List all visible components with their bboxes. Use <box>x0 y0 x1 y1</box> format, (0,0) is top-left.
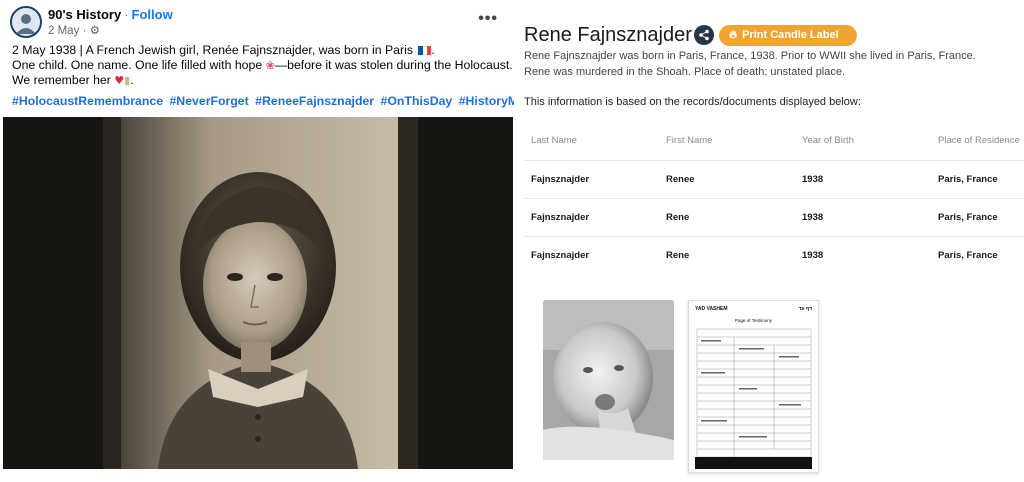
post-author-name[interactable]: 90's History <box>48 7 121 22</box>
post-author-line: 90's History · Follow <box>48 7 173 22</box>
post-line-2-text-a: One child. One name. One life filled wit… <box>12 58 263 72</box>
page-title: Rene Fajnsznajder <box>524 24 692 46</box>
table-row[interactable]: Fajnsznajder Rene 1938 Paris, France <box>524 198 1024 236</box>
table-row[interactable]: Fajnsznajder Rene 1938 Paris, France <box>524 236 1024 274</box>
print-candle-label-text: Print Candle Label <box>742 29 839 41</box>
hashtag-link[interactable]: #HolocaustRemembrance <box>12 94 163 108</box>
table-cell: Paris, France <box>938 212 998 223</box>
flame-icon: 🔥︎ <box>729 29 738 41</box>
share-icon <box>699 29 709 41</box>
post-line-2: One child. One name. One life filled wit… <box>12 58 513 73</box>
hashtag-link[interactable]: #NeverForget <box>169 94 248 108</box>
social-post: 90's History · Follow 2 May · ⚙ ••• 2 May … <box>0 0 552 482</box>
description-line: Rene Fajnsznajder was born in Paris, Fra… <box>524 50 976 62</box>
avatar-icon[interactable] <box>10 6 42 38</box>
document-footer <box>695 457 812 469</box>
hashtag-link[interactable]: #OnThisDay <box>381 94 453 108</box>
girl-portrait-image <box>3 117 513 469</box>
table-header-row: Last Name First Name Year of Birth Place… <box>524 122 1024 160</box>
date-separator: · <box>82 25 87 37</box>
post-line-3: We remember her ♥▮. <box>12 73 506 88</box>
table-cell: Paris, France <box>938 250 998 261</box>
table-cell: Renee <box>666 174 695 185</box>
post-line-1-text: 2 May 1938 | A French Jewish girl, Renée… <box>12 43 413 57</box>
broken-heart-icon: ♥ <box>114 74 125 87</box>
column-header-last-name: Last Name <box>531 135 577 146</box>
post-photo[interactable] <box>3 117 513 469</box>
table-cell: Fajnsznajder <box>531 174 590 185</box>
table-row[interactable]: Fajnsznajder Renee 1938 Paris, France <box>524 160 1024 198</box>
document-form-lines <box>696 328 812 458</box>
records-info-text: This information is based on the records… <box>524 96 861 108</box>
baby-photo-thumbnail[interactable] <box>543 300 674 460</box>
column-header-first-name: First Name <box>666 135 713 146</box>
post-line-2-text-b: —before it was stolen during the Holocau… <box>274 58 513 72</box>
table-cell: Paris, France <box>938 174 998 185</box>
post-line-3-period: . <box>130 73 134 87</box>
post-line-3-text: We remember her <box>12 73 111 87</box>
table-cell: Rene <box>666 250 690 261</box>
description-line: Rene was murdered in the Shoah. Place of… <box>524 66 846 78</box>
more-icon[interactable]: ••• <box>478 10 498 28</box>
share-button[interactable] <box>694 25 714 45</box>
table-cell: 1938 <box>802 212 824 223</box>
print-candle-label-button[interactable]: 🔥︎ Print Candle Label <box>719 25 857 46</box>
hashtag-link[interactable]: #ReneeFajnsznajder <box>255 94 374 108</box>
baby-photo-image <box>543 300 674 460</box>
gear-icon: ⚙ <box>89 25 100 37</box>
table-cell: Fajnsznajder <box>531 212 590 223</box>
records-table: Last Name First Name Year of Birth Place… <box>524 122 1024 274</box>
france-flag-icon <box>418 46 432 55</box>
victim-record: Rene Fajnsznajder 🔥︎ Print Candle Label R… <box>514 0 1024 482</box>
post-line-1: 2 May 1938 | A French Jewish girl, Renée… <box>12 43 506 58</box>
testimony-document-thumbnail[interactable]: YAD VASHEM דף עד Page of Testimony <box>688 300 819 473</box>
author-separator: · <box>124 7 129 22</box>
table-cell: Fajnsznajder <box>531 250 590 261</box>
flower-icon: ❀ <box>265 59 275 72</box>
post-meta: 2 May · ⚙ <box>48 23 100 37</box>
table-cell: 1938 <box>802 174 824 185</box>
follow-button[interactable]: Follow <box>132 7 173 22</box>
column-header-place-of-residence: Place of Residence <box>938 135 1020 146</box>
hashtags: #HolocaustRemembrance #NeverForget #Rene… <box>12 94 555 108</box>
record-description: Rene Fajnsznajder was born in Paris, Fra… <box>524 48 976 80</box>
post-header: 90's History · Follow 2 May · ⚙ ••• <box>10 6 504 40</box>
post-text: 2 May 1938 | A French Jewish girl, Renée… <box>12 43 513 88</box>
column-header-year-of-birth: Year of Birth <box>802 135 854 146</box>
table-cell: 1938 <box>802 250 824 261</box>
post-line-1-period: . <box>431 43 435 57</box>
post-date[interactable]: 2 May <box>48 25 79 37</box>
table-cell: Rene <box>666 212 690 223</box>
